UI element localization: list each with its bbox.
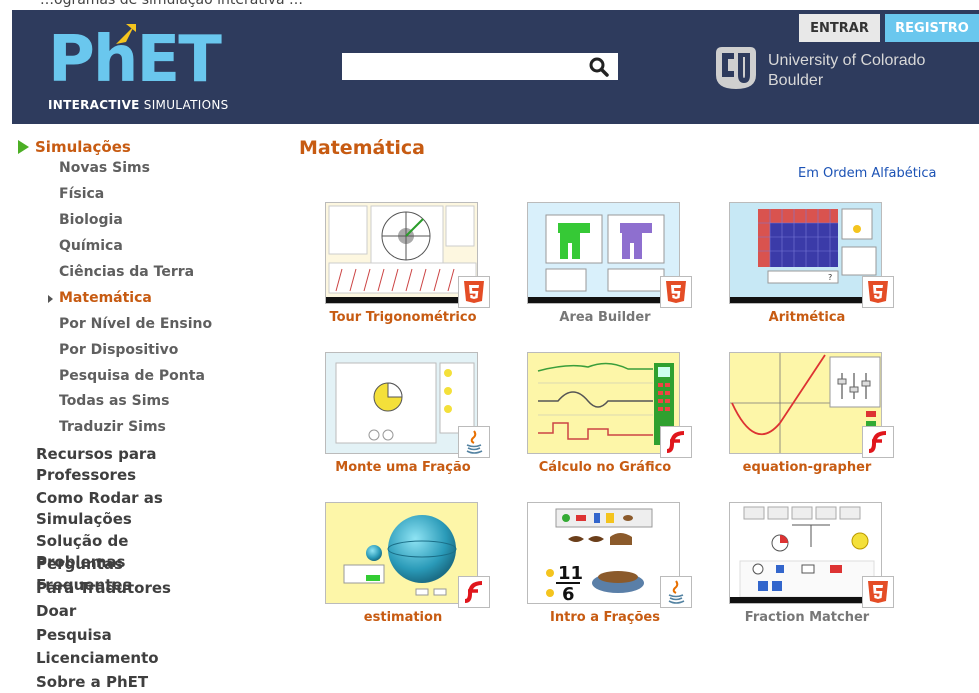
java-badge xyxy=(660,576,692,608)
html5-icon xyxy=(868,581,888,603)
sim-title[interactable]: Cálculo no Gráfico xyxy=(517,460,693,475)
site-header: PhET INTERACTIVE SIMULATIONS ENTRAR REGI… xyxy=(12,10,979,124)
sim-card-tour-trigonometrico[interactable]: Tour Trigonométrico xyxy=(315,202,490,332)
sim-title[interactable]: Tour Trigonométrico xyxy=(315,310,491,325)
register-button[interactable]: REGISTRO xyxy=(885,14,979,42)
java-icon xyxy=(668,580,685,604)
page-title: Matemática xyxy=(299,137,425,159)
sidebar-item-pesquisa[interactable]: Pesquisa xyxy=(36,625,216,646)
sim-title[interactable]: Area Builder xyxy=(517,310,693,325)
search-icon xyxy=(589,57,609,77)
search-button[interactable] xyxy=(580,53,618,80)
top-cut-text-strip: …ogramas de simulação interativa … xyxy=(0,0,979,10)
java-icon xyxy=(466,430,483,454)
html5-badge xyxy=(862,276,894,308)
sidebar-item-biologia[interactable]: Biologia xyxy=(59,212,123,228)
arith-answer: ? xyxy=(828,273,832,282)
cu-boulder-logo[interactable]: University of Colorado Boulder xyxy=(712,43,972,93)
sim-thumbnail[interactable] xyxy=(325,352,478,454)
phet-logo-tagline: INTERACTIVE SIMULATIONS xyxy=(48,98,229,112)
sidebar-item-fisica[interactable]: Física xyxy=(59,186,104,202)
sim-card-area-builder[interactable]: Area Builder xyxy=(517,202,692,332)
flash-badge xyxy=(660,426,692,458)
sidebar-item-matematica[interactable]: Matemática xyxy=(48,290,152,306)
java-badge xyxy=(458,426,490,458)
sim-card-aritmetica[interactable]: ? Aritmética xyxy=(719,202,894,332)
flash-icon xyxy=(666,431,685,453)
flash-badge xyxy=(862,426,894,458)
cu-logo-icon xyxy=(716,47,756,89)
sim-title[interactable]: Intro a Frações xyxy=(517,610,693,625)
sim-card-estimation[interactable]: estimation xyxy=(315,502,490,632)
sidebar-item-traduzir-sims[interactable]: Traduzir Sims xyxy=(59,419,166,435)
sim-thumbnail[interactable] xyxy=(729,352,882,454)
sidebar-item-como-rodar[interactable]: Como Rodar as Simulações xyxy=(36,488,216,530)
sim-thumbnail[interactable] xyxy=(729,502,882,604)
search-input[interactable] xyxy=(342,53,578,80)
login-button[interactable]: ENTRAR xyxy=(799,14,880,42)
sim-card-monte-fracao[interactable]: Monte uma Fração xyxy=(315,352,490,482)
sidebar-item-todas-sims[interactable]: Todas as Sims xyxy=(59,393,169,409)
flash-icon xyxy=(464,581,483,603)
html5-badge xyxy=(458,276,490,308)
sidebar-item-para-tradutores[interactable]: Para Tradutores xyxy=(36,578,216,599)
sim-title[interactable]: equation-grapher xyxy=(719,460,895,475)
sim-card-intro-fracoes[interactable]: 11 6 Intro a Frações xyxy=(517,502,692,632)
sidebar-item-doar[interactable]: Doar xyxy=(36,601,216,622)
sidebar-item-dispositivo[interactable]: Por Dispositivo xyxy=(59,342,178,358)
sidebar-item-novas-sims[interactable]: Novas Sims xyxy=(59,160,150,176)
html5-icon xyxy=(868,281,888,303)
sim-card-equation-grapher[interactable]: equation-grapher xyxy=(719,352,894,482)
sidebar-item-quimica[interactable]: Química xyxy=(59,238,123,254)
alphabetical-order-link[interactable]: Em Ordem Alfabética xyxy=(798,166,937,181)
sim-thumbnail[interactable] xyxy=(527,202,680,304)
html5-icon xyxy=(464,281,484,303)
sim-thumbnail[interactable] xyxy=(325,202,478,304)
sidebar-item-nivel-ensino[interactable]: Por Nível de Ensino xyxy=(59,316,212,332)
sim-card-calculo-grafico[interactable]: Cálculo no Gráfico xyxy=(517,352,692,482)
flash-icon xyxy=(868,431,887,453)
html5-badge xyxy=(862,576,894,608)
sim-thumbnail[interactable]: 11 6 xyxy=(527,502,680,604)
play-triangle-icon xyxy=(18,140,29,154)
sidebar-item-recursos-professores[interactable]: Recursos para Professores xyxy=(36,444,216,486)
fraction-numerator: 11 xyxy=(558,563,583,584)
sim-title[interactable]: Fraction Matcher xyxy=(719,610,895,625)
sim-thumbnail[interactable] xyxy=(527,352,680,454)
sidebar-head-simulations[interactable]: Simulações xyxy=(18,138,131,156)
sidebar-item-ciencias-terra[interactable]: Ciências da Terra xyxy=(59,264,194,280)
sim-thumbnail[interactable] xyxy=(325,502,478,604)
sim-title[interactable]: Aritmética xyxy=(719,310,895,325)
sim-card-fraction-matcher[interactable]: Fraction Matcher xyxy=(719,502,894,632)
top-cut-text: …ogramas de simulação interativa … xyxy=(40,0,304,8)
html5-icon xyxy=(666,281,686,303)
fraction-denominator: 6 xyxy=(562,584,575,604)
phet-logo[interactable]: PhET INTERACTIVE SIMULATIONS xyxy=(48,24,238,116)
flash-badge xyxy=(458,576,490,608)
search-box xyxy=(342,53,618,80)
sim-thumbnail[interactable]: ? xyxy=(729,202,882,304)
lightbulb-icon xyxy=(116,24,136,44)
html5-badge xyxy=(660,276,692,308)
sidebar-item-pesquisa-ponta[interactable]: Pesquisa de Ponta xyxy=(59,368,205,384)
sim-title[interactable]: estimation xyxy=(315,610,491,625)
sim-title[interactable]: Monte uma Fração xyxy=(315,460,491,475)
sidebar-item-licenciamento[interactable]: Licenciamento xyxy=(36,648,216,669)
cu-name: University of Colorado Boulder xyxy=(768,52,926,89)
